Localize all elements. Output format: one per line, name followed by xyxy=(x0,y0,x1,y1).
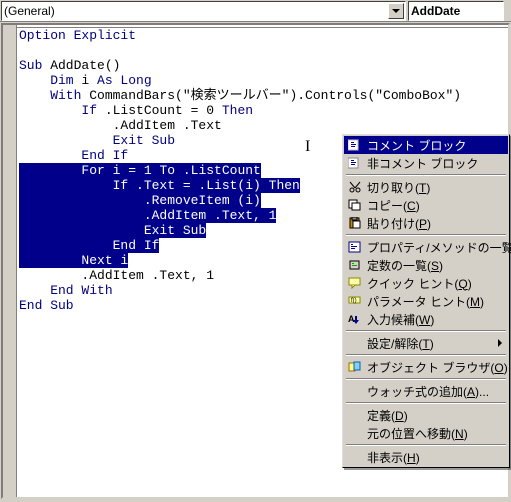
object-combo[interactable]: (General) xyxy=(1,1,406,21)
menu-list-constants[interactable]: 定数の一覧(S) xyxy=(344,256,508,274)
procedure-combo-value: AddDate xyxy=(411,4,460,18)
menu-separator xyxy=(346,234,506,236)
menu-separator xyxy=(346,354,506,356)
menu-hide[interactable]: 非表示(H) xyxy=(344,448,508,466)
svg-text:f(): f() xyxy=(351,298,357,304)
menu-toggle[interactable]: 設定/解除(T) xyxy=(344,334,508,352)
menu-object-browser[interactable]: オブジェクト ブラウザ(O) xyxy=(344,358,508,376)
menu-separator xyxy=(346,174,506,176)
toolbar-row: (General) AddDate xyxy=(0,0,511,22)
complete-word-icon: A xyxy=(346,311,364,327)
menu-parameter-info[interactable]: f() パラメータ ヒント(M) xyxy=(344,292,508,310)
parameter-info-icon: f() xyxy=(346,293,364,309)
menu-separator xyxy=(346,402,506,404)
comment-block-icon xyxy=(346,137,364,153)
menu-cut[interactable]: 切り取り(T) xyxy=(344,178,508,196)
menu-separator xyxy=(346,444,506,446)
chevron-down-icon[interactable] xyxy=(388,3,404,19)
procedure-combo[interactable]: AddDate xyxy=(408,1,504,21)
menu-last-position[interactable]: 元の位置へ移動(N) xyxy=(344,424,508,442)
menu-add-watch[interactable]: ウォッチ式の追加(A)... xyxy=(344,382,508,400)
paste-icon xyxy=(346,215,364,231)
list-properties-icon xyxy=(346,239,364,255)
svg-text:A: A xyxy=(348,314,355,324)
context-menu: コメント ブロック 非コメント ブロック 切り取り(T) コピー(C) 貼り付け… xyxy=(342,134,510,468)
menu-definition[interactable]: 定義(D) xyxy=(344,406,508,424)
menu-quick-info[interactable]: クイック ヒント(Q) xyxy=(344,274,508,292)
object-combo-value: (General) xyxy=(4,4,55,18)
list-constants-icon xyxy=(346,257,364,273)
menu-copy[interactable]: コピー(C) xyxy=(344,196,508,214)
text-cursor-ibeam: I xyxy=(305,138,310,156)
margin-indicator-bar xyxy=(3,25,17,497)
scissors-icon xyxy=(346,179,364,195)
menu-separator xyxy=(346,378,506,380)
menu-comment-block[interactable]: コメント ブロック xyxy=(344,136,508,154)
menu-paste[interactable]: 貼り付け(P) xyxy=(344,214,508,232)
copy-icon xyxy=(346,197,364,213)
uncomment-block-icon xyxy=(346,155,364,171)
menu-separator xyxy=(346,330,506,332)
menu-list-properties[interactable]: プロパティ/メソッドの一覧(L) xyxy=(344,238,508,256)
quick-info-icon xyxy=(346,275,364,291)
submenu-arrow-icon xyxy=(498,339,502,347)
menu-uncomment-block[interactable]: 非コメント ブロック xyxy=(344,154,508,172)
menu-complete-word[interactable]: A 入力候補(W) xyxy=(344,310,508,328)
object-browser-icon xyxy=(346,359,364,375)
